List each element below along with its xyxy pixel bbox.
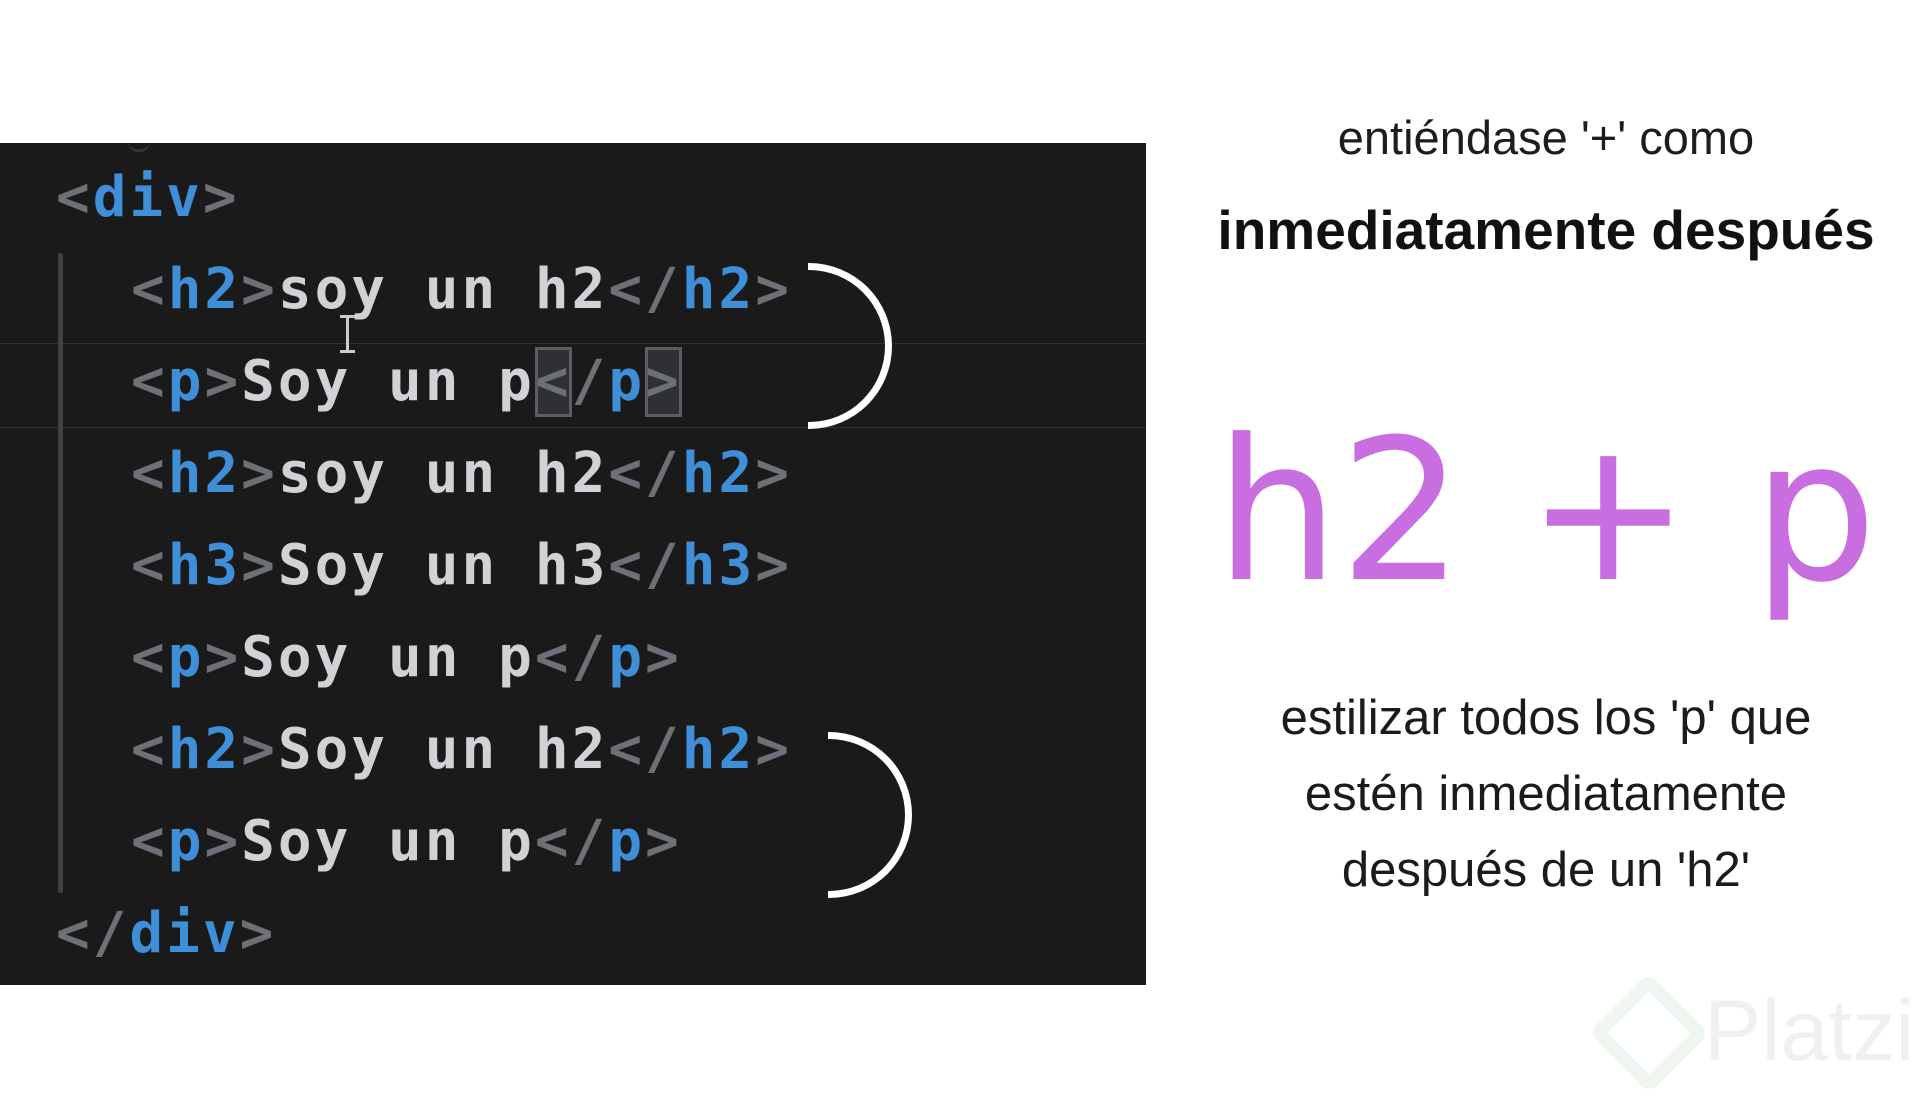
code-bracket: < [131, 349, 168, 414]
code-tag-name: h3 [681, 533, 756, 598]
intro-text: entiéndase '+' como [1337, 111, 1755, 164]
code-bracket: > [241, 257, 278, 322]
code-bracket: > [755, 717, 792, 782]
code-line: <h2>soy un h2</h2> [131, 439, 792, 509]
code-bracket: < [131, 625, 168, 690]
code-bracket: / [571, 809, 609, 874]
code-tag-name: p [167, 349, 205, 414]
code-tag-name: h2 [681, 257, 756, 322]
code-tag-name: p [608, 625, 646, 690]
code-bracket: / [645, 441, 682, 506]
description-line: estilizar todos los 'p' que [1280, 691, 1812, 745]
code-line: <p>Soy un p</p> [131, 807, 682, 877]
code-bracket: < [131, 533, 168, 598]
code-line: <h2>soy un h2</h2> [131, 255, 792, 325]
code-bracket: / [645, 257, 682, 322]
code-line: </div> [56, 899, 276, 969]
code-bracket: < [131, 257, 168, 322]
code-bracket: > [202, 165, 240, 230]
code-text: Soy un p [241, 809, 535, 874]
code-bracket: < [608, 257, 646, 322]
code-bracket: / [92, 901, 130, 966]
code-tag-name: h2 [681, 717, 756, 782]
code-bracket: / [645, 717, 682, 782]
previous-line-fragment [128, 143, 150, 152]
code-line: <p>Soy un p</p> [131, 347, 682, 417]
code-text: Soy un h3 [277, 533, 609, 598]
code-bracket: < [534, 625, 572, 690]
code-bracket: > [645, 347, 682, 417]
code-text: Soy un p [241, 625, 535, 690]
platzi-watermark: Platzi [1588, 972, 1920, 1094]
text-cursor-icon [340, 315, 355, 353]
code-text: soy un h2 [277, 257, 609, 322]
code-bracket: / [645, 533, 682, 598]
code-bracket: < [608, 717, 646, 782]
code-tag-name: h2 [167, 441, 242, 506]
code-bracket: > [241, 533, 278, 598]
code-tag-name: p [608, 349, 646, 414]
current-line-highlight-top [0, 343, 1146, 344]
code-editor-panel: <div> <h2>soy un h2</h2> <p>Soy un p</p> <h… [0, 143, 1146, 985]
code-bracket: > [755, 257, 792, 322]
code-tag-name: div [129, 901, 240, 966]
watermark-brand: Platzi [1704, 983, 1915, 1079]
code-bracket: < [56, 165, 93, 230]
code-bracket: > [645, 809, 682, 874]
description-text: estilizar todos los 'p' que estén inmedi… [1206, 680, 1886, 908]
code-tag-name: p [167, 809, 205, 874]
code-line: <h3>Soy un h3</h3> [131, 531, 792, 601]
code-bracket: / [571, 625, 609, 690]
highlight-text: inmediatamente después [1217, 199, 1875, 261]
indent-guide [58, 253, 63, 893]
code-bracket: > [239, 901, 277, 966]
code-tag-name: h3 [167, 533, 242, 598]
code-bracket: > [204, 625, 242, 690]
code-bracket: < [131, 441, 168, 506]
code-bracket: > [204, 809, 242, 874]
current-line-highlight-bottom [0, 427, 1146, 428]
selector-example: h2 + p [1214, 398, 1878, 626]
code-bracket: < [608, 441, 646, 506]
code-bracket: < [131, 809, 168, 874]
code-bracket: < [56, 901, 93, 966]
code-line: <h2>Soy un h2</h2> [131, 715, 792, 785]
code-bracket: > [755, 533, 792, 598]
code-text: soy un h2 [277, 441, 609, 506]
code-bracket: > [755, 441, 792, 506]
description-line: después de un 'h2' [1341, 843, 1751, 897]
code-line: <div> [56, 163, 240, 233]
description-line: estén inmediatamente [1304, 767, 1788, 821]
code-bracket: < [534, 809, 572, 874]
code-bracket: < [534, 347, 572, 417]
code-tag-name: h2 [167, 257, 242, 322]
code-tag-name: p [608, 809, 646, 874]
code-bracket: > [241, 717, 278, 782]
code-text: Soy un p [241, 349, 535, 414]
code-tag-name: div [92, 165, 203, 230]
code-bracket: < [608, 533, 646, 598]
platzi-logo-icon [1588, 972, 1710, 1094]
code-bracket: / [571, 349, 609, 414]
code-tag-name: h2 [167, 717, 242, 782]
code-tag-name: p [167, 625, 205, 690]
code-bracket: < [131, 717, 168, 782]
code-bracket: > [645, 625, 682, 690]
code-text: Soy un h2 [277, 717, 609, 782]
code-tag-name: h2 [681, 441, 756, 506]
code-bracket: > [241, 441, 278, 506]
code-bracket: > [204, 349, 242, 414]
code-line: <p>Soy un p</p> [131, 623, 682, 693]
